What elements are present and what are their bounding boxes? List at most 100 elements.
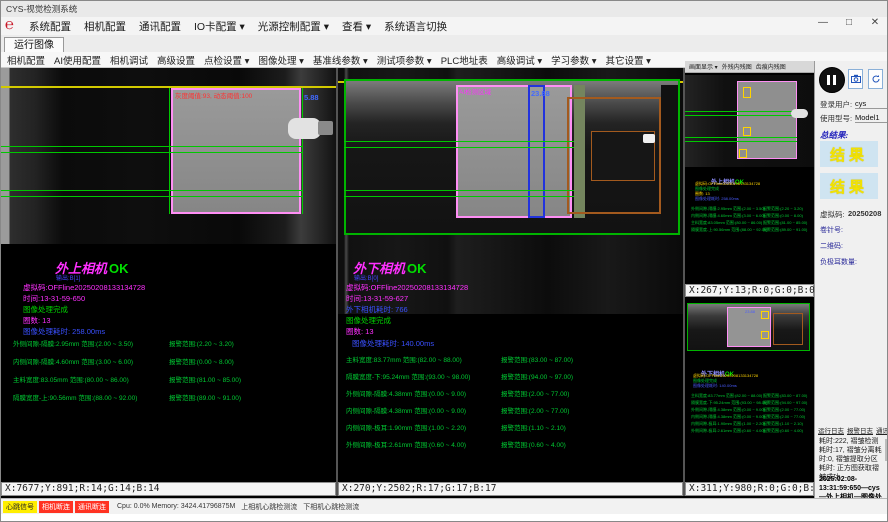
- virtual-code-label: 虚拟码:: [820, 209, 845, 220]
- menu-view[interactable]: 查看 ▾: [342, 19, 371, 34]
- tool-plc-address-table[interactable]: PLC地址表: [441, 53, 488, 67]
- middle-loop-line: 圈数: 13: [346, 326, 374, 337]
- tool-other-settings[interactable]: 其它设置 ▾: [606, 53, 651, 67]
- tool-test-item-params[interactable]: 测试项参数 ▾: [377, 53, 432, 67]
- thumb2-image: 23.88: [685, 301, 814, 355]
- thumb1-line: [685, 111, 797, 112]
- thumb2-blue-readout: 23.88: [745, 309, 755, 314]
- thumb1-applicator: [791, 109, 808, 118]
- model-label: 使用型号:: [820, 113, 852, 124]
- middle-time-line: 时间:13-31-59-627: [346, 293, 408, 304]
- middle-camera-view: AI检测区域 23.88 外下相机OK 输出:B[0] 虚拟码:OFFline2…: [338, 68, 683, 482]
- needle-number-label: 卷针号:: [820, 225, 843, 235]
- menu-comm-config[interactable]: 通讯配置: [139, 19, 181, 34]
- log-tab-comm[interactable]: 通讯日志: [876, 425, 888, 435]
- window-title: CYS-视觉检测系统: [6, 4, 77, 14]
- left-measure-line: [1, 152, 303, 153]
- measurement-row: 隔膜宽度-上:90.56mm 范围:(88.00 ~ 92.00) 报警范围:(…: [1, 392, 336, 410]
- close-button[interactable]: ✕: [867, 17, 883, 28]
- statusbar: 心跳信号 相机断连 通讯断连 Cpu: 0.0% Memory: 3424.41…: [1, 498, 888, 514]
- menu-camera-config[interactable]: 相机配置: [84, 19, 126, 34]
- thumbnail-upper-camera[interactable]: 外上相机OK 虚拟码:OFFline20250208133134728 图像处理…: [685, 73, 814, 284]
- app-window: CYS-视觉检测系统 ℮ 系统配置 相机配置 通讯配置 IO卡配置 ▾ 光源控制…: [0, 0, 888, 522]
- middle-blue-readout: 23.88: [531, 89, 550, 98]
- virtual-code-value: 20250208: [848, 209, 881, 218]
- thumb1-line: [685, 141, 797, 142]
- tool-baseline-params[interactable]: 基准线参数 ▾: [313, 53, 368, 67]
- tool-ai-config[interactable]: AI使用配置: [54, 53, 101, 67]
- total-result-label: 总结果:: [820, 129, 848, 141]
- tool-camera-debug[interactable]: 相机调试: [110, 53, 148, 67]
- tool-advanced-debug[interactable]: 高级调试 ▾: [497, 53, 542, 67]
- maximize-button[interactable]: □: [841, 17, 857, 28]
- left-threshold-text: 灰度阈值:93, 动态阈值:100: [175, 90, 252, 100]
- pause-button[interactable]: [819, 67, 845, 93]
- thumb1-line: [685, 137, 797, 138]
- thumb-tab-tooth-residue[interactable]: 齿痕内残图: [756, 62, 786, 71]
- left-measure-line: [1, 190, 303, 191]
- tool-spot-check[interactable]: 点检设置 ▾: [204, 53, 249, 67]
- middle-roi-box: [456, 85, 572, 218]
- pause-icon: [827, 75, 830, 85]
- measurement-row: 主料宽度:83.05mm 范围:(80.00 ~ 86.00) 报警范围:(81…: [1, 374, 336, 392]
- menu-light-config[interactable]: 光源控制配置 ▾: [258, 19, 329, 34]
- tool-advanced-settings[interactable]: 高级设置: [157, 53, 195, 67]
- thumb1-image: [685, 75, 814, 167]
- minimize-button[interactable]: —: [815, 17, 831, 28]
- model-value: Model1: [855, 113, 888, 123]
- app-logo-icon: ℮: [5, 18, 23, 34]
- result-box-upper: 结果: [820, 141, 878, 167]
- log-tabs: 运行日志 报警日志 通讯日志: [818, 425, 887, 435]
- measurement-row: 内侧间隙-隔膜:4.60mm 范围:(3.00 ~ 6.00) 报警范围:(0.…: [1, 356, 336, 374]
- menubar: ℮ 系统配置 相机配置 通讯配置 IO卡配置 ▾ 光源控制配置 ▾ 查看 ▾ 系…: [1, 17, 888, 36]
- thumbnail-lower-camera[interactable]: 23.88 外下相机OK 虚拟码:OFFline2025020813313472…: [685, 297, 814, 482]
- menu-system-config[interactable]: 系统配置: [29, 19, 71, 34]
- user-label: 登录用户:: [820, 99, 852, 110]
- left-camera-substatus: 输出:B[1]: [56, 273, 80, 282]
- left-camera-view: 灰度阈值:93, 动态阈值:100 5.88 外上相机OK 输出:B[1] 虚拟…: [1, 68, 336, 482]
- tool-camera-config[interactable]: 相机配置: [7, 53, 45, 67]
- thumb2-coordinate-bar: X:311;Y:980;R:0;G:0;B:0: [685, 482, 814, 496]
- left-vertical-line: [169, 88, 170, 214]
- tab-count-label: 负极耳数量:: [820, 257, 857, 267]
- middle-measure-line: [344, 196, 574, 197]
- measurement-row: 外侧间隙-隔膜:2.95mm 范围:(2.00 ~ 3.50) 报警范围:(2.…: [1, 338, 336, 356]
- tab-run-image[interactable]: 运行图像: [4, 37, 64, 53]
- measurement-row: 外侧间隙-隔膜:4.38mm 范围:(0.00 ~ 9.00) 报警范围:(2.…: [338, 388, 683, 405]
- measurement-row: 内侧间隙-极耳:1.90mm 范围:(1.00 ~ 2.20) 报警范围:(1.…: [338, 422, 683, 439]
- qr-code-label: 二维码:: [820, 241, 843, 251]
- result-upper-text: 结果: [830, 144, 868, 165]
- camera-capture-button[interactable]: [848, 69, 863, 89]
- window-controls: — □ ✕: [815, 17, 883, 28]
- left-coordinate-bar: X:7677;Y:891;R:14;G:14;B:14: [1, 482, 336, 496]
- middle-camera-substatus: 输出:B[0]: [354, 273, 378, 282]
- left-barcode-line: 虚拟码:OFFline20250208133134728: [23, 282, 145, 293]
- refresh-button[interactable]: [868, 69, 883, 89]
- middle-blue-roi: [528, 85, 545, 218]
- thumb-tab-outer-residue[interactable]: 外残内残图: [722, 62, 752, 71]
- menu-language-switch[interactable]: 系统语言切换: [384, 19, 447, 34]
- left-time-line: 时间:13-31-59-650: [23, 293, 85, 304]
- titlebar: CYS-视觉检测系统: [1, 1, 888, 17]
- left-vertical-line: [302, 88, 303, 214]
- log-tab-alarm[interactable]: 报警日志: [847, 425, 873, 435]
- tool-image-processing[interactable]: 图像处理 ▾: [258, 53, 303, 67]
- bright-spot: [643, 134, 655, 143]
- middle-barcode-line: 虚拟码:OFFline20250208133134728: [346, 282, 468, 293]
- result-lower-text: 结果: [830, 176, 868, 197]
- user-value: cys: [855, 99, 888, 109]
- menu-io-config[interactable]: IO卡配置 ▾: [194, 19, 245, 34]
- log-tab-run[interactable]: 运行日志: [818, 425, 844, 435]
- thumb-tab-display[interactable]: 画面显示 ▾: [689, 62, 718, 71]
- thumb2-elapsed: 图像处理耗时: 140.00ms: [693, 383, 737, 389]
- thumb2-yellow-box: [761, 311, 769, 319]
- cpu-memory-text: Cpu: 0.0% Memory: 3424.41796875M: [117, 503, 235, 510]
- left-camera-status: OK: [109, 261, 129, 276]
- result-box-lower: 结果: [820, 173, 878, 199]
- thumb1-yellow-box: [743, 127, 751, 136]
- thumb1-line: [685, 115, 797, 116]
- middle-done-line: 图像处理完成: [346, 315, 391, 326]
- tool-learning-params[interactable]: 学习参数 ▾: [551, 53, 596, 67]
- left-overlay-text: 外上相机OK 输出:B[1] 虚拟码:OFFline20250208133134…: [1, 258, 336, 478]
- left-measure-line: [1, 196, 303, 197]
